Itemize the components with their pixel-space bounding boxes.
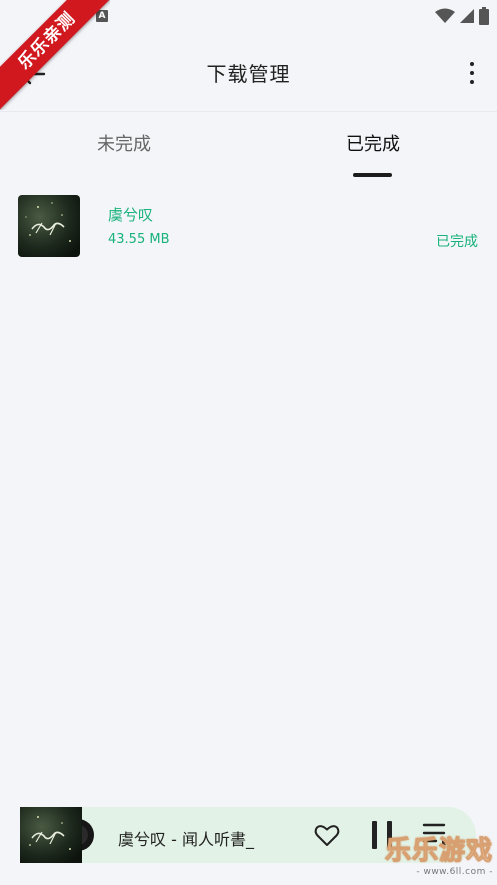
album-cover: [18, 195, 80, 257]
signal-icon: [460, 9, 474, 23]
app-header: 下载管理: [0, 34, 497, 112]
download-list-item[interactable]: 虞兮叹 43.55 MB 已完成: [0, 190, 497, 262]
active-tab-indicator: [353, 173, 392, 177]
more-options-button[interactable]: [461, 56, 483, 90]
download-size: 43.55 MB: [108, 232, 170, 247]
pause-icon-bar: [372, 821, 377, 849]
favorite-button[interactable]: [313, 821, 341, 849]
more-vertical-icon-dot: [470, 71, 474, 75]
status-bar: A: [0, 0, 497, 34]
tab-completed[interactable]: 已完成: [293, 130, 453, 156]
mini-player[interactable]: 虞兮叹 - 闻人听書_: [20, 807, 476, 863]
tab-incomplete[interactable]: 未完成: [44, 130, 204, 156]
watermark-sub-text: - www.6ll.com -: [416, 867, 493, 877]
more-vertical-icon-dot: [470, 80, 474, 84]
battery-icon: [479, 7, 489, 25]
now-playing-title[interactable]: 虞兮叹 - 闻人听書_: [118, 826, 254, 850]
download-title: 虞兮叹: [108, 206, 154, 224]
pause-button[interactable]: [372, 821, 394, 849]
playlist-icon: [422, 823, 448, 847]
status-icons: [435, 7, 489, 25]
player-album-cover[interactable]: [20, 807, 96, 863]
playlist-button[interactable]: [420, 821, 452, 849]
download-status: 已完成: [436, 234, 478, 250]
notification-a-icon: A: [96, 10, 108, 22]
pause-icon-bar: [387, 821, 392, 849]
download-tabs: 未完成 已完成: [0, 112, 497, 182]
wifi-icon: [435, 8, 455, 23]
heart-icon: [314, 825, 340, 846]
page-title: 下载管理: [206, 62, 291, 86]
more-vertical-icon-dot: [470, 62, 474, 66]
